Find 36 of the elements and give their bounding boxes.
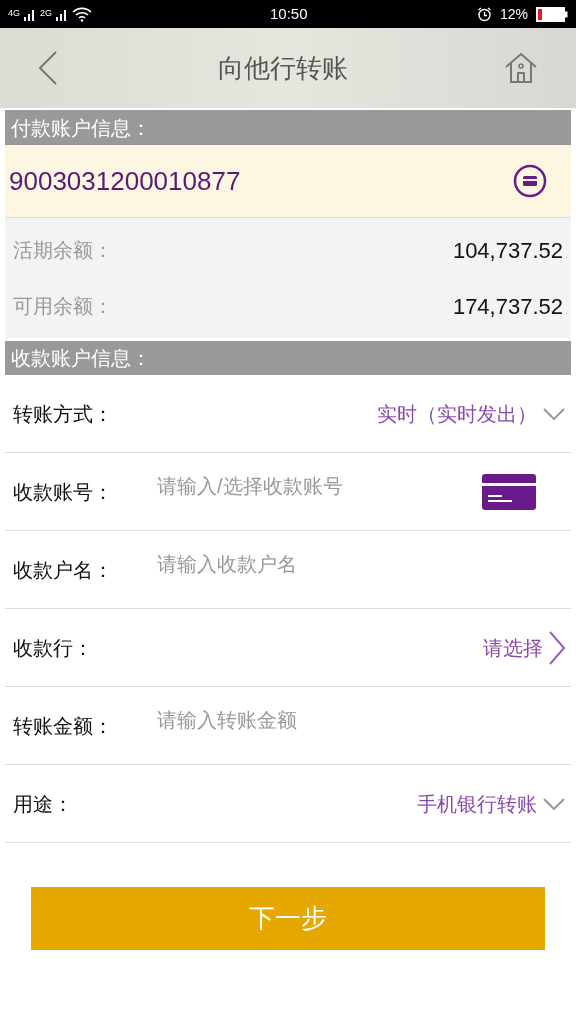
chevron-down-icon [543,797,565,810]
input-field[interactable]: 请输入/选择收款账号 [157,466,482,507]
input-field[interactable]: 请输入收款户名 [157,544,565,585]
section-header: 付款账户信息： [5,110,571,145]
account-row[interactable]: 9003031200010877 [5,145,571,218]
chevron-right-icon [549,630,565,665]
field-label: 转账金额： [13,713,114,739]
field-label: 收款户名： [13,557,114,583]
card-icon[interactable] [482,473,536,510]
dropdown-select[interactable]: 手机银行转账 [417,788,565,819]
battery-percent: 12% [499,4,528,24]
dropdown-select[interactable]: 实时（实时发出） [377,398,565,429]
status-time: 10:50 [270,3,308,24]
balance-amount: 104,737.52 [452,236,563,265]
field-label: 收款行： [13,635,94,661]
balance-label: 活期余额： [13,238,113,263]
balance-amount: 174,737.52 [452,292,563,321]
signal-icon [24,7,36,21]
chevron-down-icon [543,407,565,420]
alarm-icon [476,6,492,22]
home-button[interactable] [504,51,538,85]
section-header: 收款账户信息： [5,341,571,375]
network-label: 4G [8,7,20,21]
balance-label: 可用余额： [13,294,113,319]
account-number: 9003031200010877 [9,164,242,198]
battery-icon [536,6,568,22]
bank-picker[interactable]: 请选择 [483,630,565,665]
field-label: 收款账号： [13,479,114,505]
card-icon[interactable] [513,164,547,198]
input-field[interactable]: 请输入转账金额 [157,700,565,741]
network-label: 2G [40,7,53,21]
wifi-icon [72,6,93,22]
page-title: 向他行转账 [217,51,349,85]
field-label: 转账方式： [13,401,114,427]
signal-icon [56,7,69,21]
field-label: 用途： [13,791,74,817]
